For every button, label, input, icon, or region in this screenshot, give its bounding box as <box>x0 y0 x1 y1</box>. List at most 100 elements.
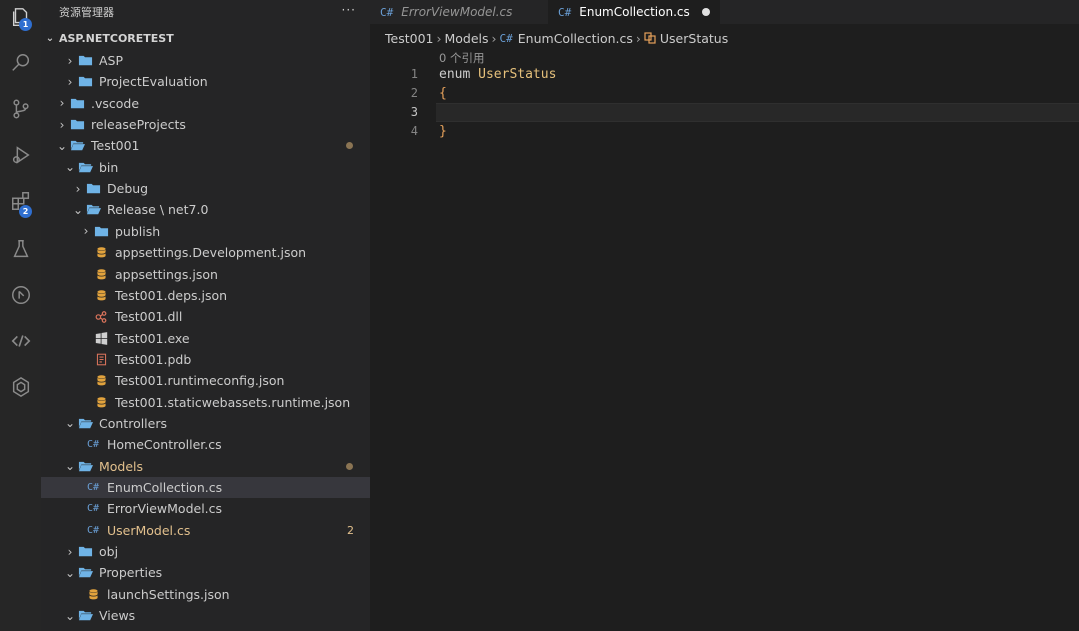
chevron-down-icon[interactable]: ⌄ <box>71 203 85 217</box>
folder-row[interactable]: ⌄ bin <box>41 157 370 178</box>
folder-row[interactable]: ⌄ Properties <box>41 562 370 583</box>
codelens-references[interactable]: 0 个引用 <box>439 50 484 66</box>
folder-row[interactable]: ⌄ Controllers <box>41 413 370 434</box>
explorer-header: 资源管理器 ··· <box>41 0 370 24</box>
file-row[interactable]: appsettings.Development.json <box>41 242 370 263</box>
run-debug-icon[interactable] <box>0 138 41 172</box>
source-control-icon[interactable] <box>0 92 41 126</box>
folder-row[interactable]: › releaseProjects <box>41 114 370 135</box>
file-row[interactable]: appsettings.json <box>41 264 370 285</box>
unsaved-dot-icon[interactable] <box>701 8 710 16</box>
chevron-right-icon: › <box>436 30 442 46</box>
chevron-right-icon[interactable]: › <box>63 54 77 68</box>
extensions-icon[interactable]: 2 <box>0 184 41 218</box>
testing-icon[interactable] <box>0 232 41 266</box>
csharp-icon: C# <box>86 439 100 451</box>
breadcrumb-file[interactable]: EnumCollection.cs <box>518 31 633 46</box>
tree-item-label: appsettings.json <box>115 266 218 282</box>
modified-dot-icon <box>346 142 353 150</box>
enum-symbol-icon <box>644 32 656 44</box>
folder-row[interactable]: ⌄ Test001 <box>41 135 370 156</box>
chevron-down-icon[interactable]: ⌄ <box>63 160 77 174</box>
folder-row[interactable]: › .vscode <box>41 93 370 114</box>
folder-row[interactable]: › obj <box>41 541 370 562</box>
csharp-icon: C# <box>86 482 100 493</box>
json-icon <box>93 245 109 261</box>
file-row[interactable]: C# UserModel.cs 2 <box>41 520 370 541</box>
code-editor[interactable]: enum UserStatus { } <box>439 65 1079 141</box>
folder-row[interactable]: › ProjectEvaluation <box>41 71 370 92</box>
tree-item-label: ASP <box>99 53 124 68</box>
tab-enumcollection[interactable]: C# EnumCollection.cs <box>548 0 720 24</box>
chevron-right-icon[interactable]: › <box>55 118 69 132</box>
tab-label: ErrorViewModel.cs <box>401 5 513 19</box>
chevron-right-icon[interactable]: › <box>63 545 77 559</box>
folder-row[interactable]: › publish <box>41 221 370 242</box>
file-row[interactable]: Test001.runtimeconfig.json <box>41 370 370 391</box>
tree-item-label: ErrorViewModel.cs <box>107 501 223 517</box>
code-line[interactable]: } <box>439 122 1079 141</box>
file-row[interactable]: Test001.deps.json <box>41 285 370 306</box>
breadcrumb-symbol[interactable]: UserStatus <box>660 31 728 46</box>
folder-icon <box>77 544 93 560</box>
chevron-right-icon[interactable]: › <box>55 96 69 110</box>
tree-item-label: UserModel.cs <box>107 522 191 538</box>
git-graph-icon[interactable] <box>0 278 41 312</box>
chevron-down-icon[interactable]: ⌄ <box>63 566 77 580</box>
breadcrumb-project[interactable]: Test001 <box>385 31 433 46</box>
remote-icon[interactable] <box>0 324 41 358</box>
file-row[interactable]: C# EnumCollection.cs <box>41 477 370 498</box>
tree-item-label: Debug <box>107 181 149 197</box>
file-row[interactable]: C# HomeController.cs <box>41 434 370 455</box>
line-number: 3 <box>410 105 418 119</box>
folder-open-icon <box>77 159 93 175</box>
pdb-icon <box>93 351 109 367</box>
folder-icon <box>93 223 109 239</box>
csharp-icon: C# <box>380 5 394 19</box>
tree-item-label: Test001 <box>91 138 140 154</box>
chevron-right-icon[interactable]: › <box>63 75 77 89</box>
chevron-down-icon[interactable]: ⌄ <box>63 416 77 430</box>
folder-row[interactable]: › ASP <box>41 50 370 71</box>
tree-item-label: Test001.staticwebassets.runtime.json <box>115 394 351 410</box>
chevron-right-icon[interactable]: › <box>79 224 93 238</box>
folder-open-icon <box>85 202 101 218</box>
line-number: 1 <box>410 67 418 81</box>
workspace-name: ASP.NETCORETEST <box>59 31 174 45</box>
folder-row[interactable]: ⌄ Release \ net7.0 <box>41 199 370 220</box>
folder-row[interactable]: › Debug <box>41 178 370 199</box>
folder-row[interactable]: ⌄ Views <box>41 605 370 626</box>
tree-item-label: Views <box>99 608 136 624</box>
code-line[interactable]: { <box>439 84 1079 103</box>
json-icon <box>93 373 109 389</box>
file-row[interactable]: launchSettings.json <box>41 584 370 605</box>
more-actions-button[interactable]: ··· <box>342 3 356 17</box>
file-row[interactable]: C# ErrorViewModel.cs <box>41 498 370 519</box>
file-row[interactable]: Test001.pdb <box>41 349 370 370</box>
breadcrumb-folder[interactable]: Models <box>444 31 488 46</box>
workspace-section-header[interactable]: ⌄ ASP.NETCORETEST <box>41 28 370 48</box>
tree-item-label: launchSettings.json <box>107 586 230 602</box>
chevron-down-icon[interactable]: ⌄ <box>63 459 77 473</box>
docker-icon[interactable] <box>0 370 41 404</box>
code-line[interactable]: enum UserStatus <box>439 65 1079 84</box>
brace-token: { <box>439 86 447 101</box>
tree-item-label: Controllers <box>99 415 167 431</box>
folder-icon <box>77 53 93 69</box>
explorer-icon[interactable]: 1 <box>0 0 41 34</box>
folder-icon <box>77 74 93 90</box>
tree-item-label: appsettings.Development.json <box>115 245 307 261</box>
chevron-down-icon[interactable]: ⌄ <box>63 609 77 623</box>
file-row[interactable]: Test001.staticwebassets.runtime.json <box>41 392 370 413</box>
folder-open-icon <box>69 138 85 154</box>
chevron-down-icon[interactable]: ⌄ <box>55 139 69 153</box>
tab-errorviewmodel[interactable]: C# ErrorViewModel.cs <box>370 0 527 24</box>
code-line[interactable] <box>439 103 1079 122</box>
search-icon[interactable] <box>0 46 41 80</box>
file-row[interactable]: Test001.dll <box>41 306 370 327</box>
chevron-right-icon[interactable]: › <box>71 182 85 196</box>
line-number: 2 <box>410 86 418 100</box>
explorer-badge: 1 <box>19 18 32 31</box>
folder-row[interactable]: ⌄ Models <box>41 456 370 477</box>
file-row[interactable]: Test001.exe <box>41 328 370 349</box>
